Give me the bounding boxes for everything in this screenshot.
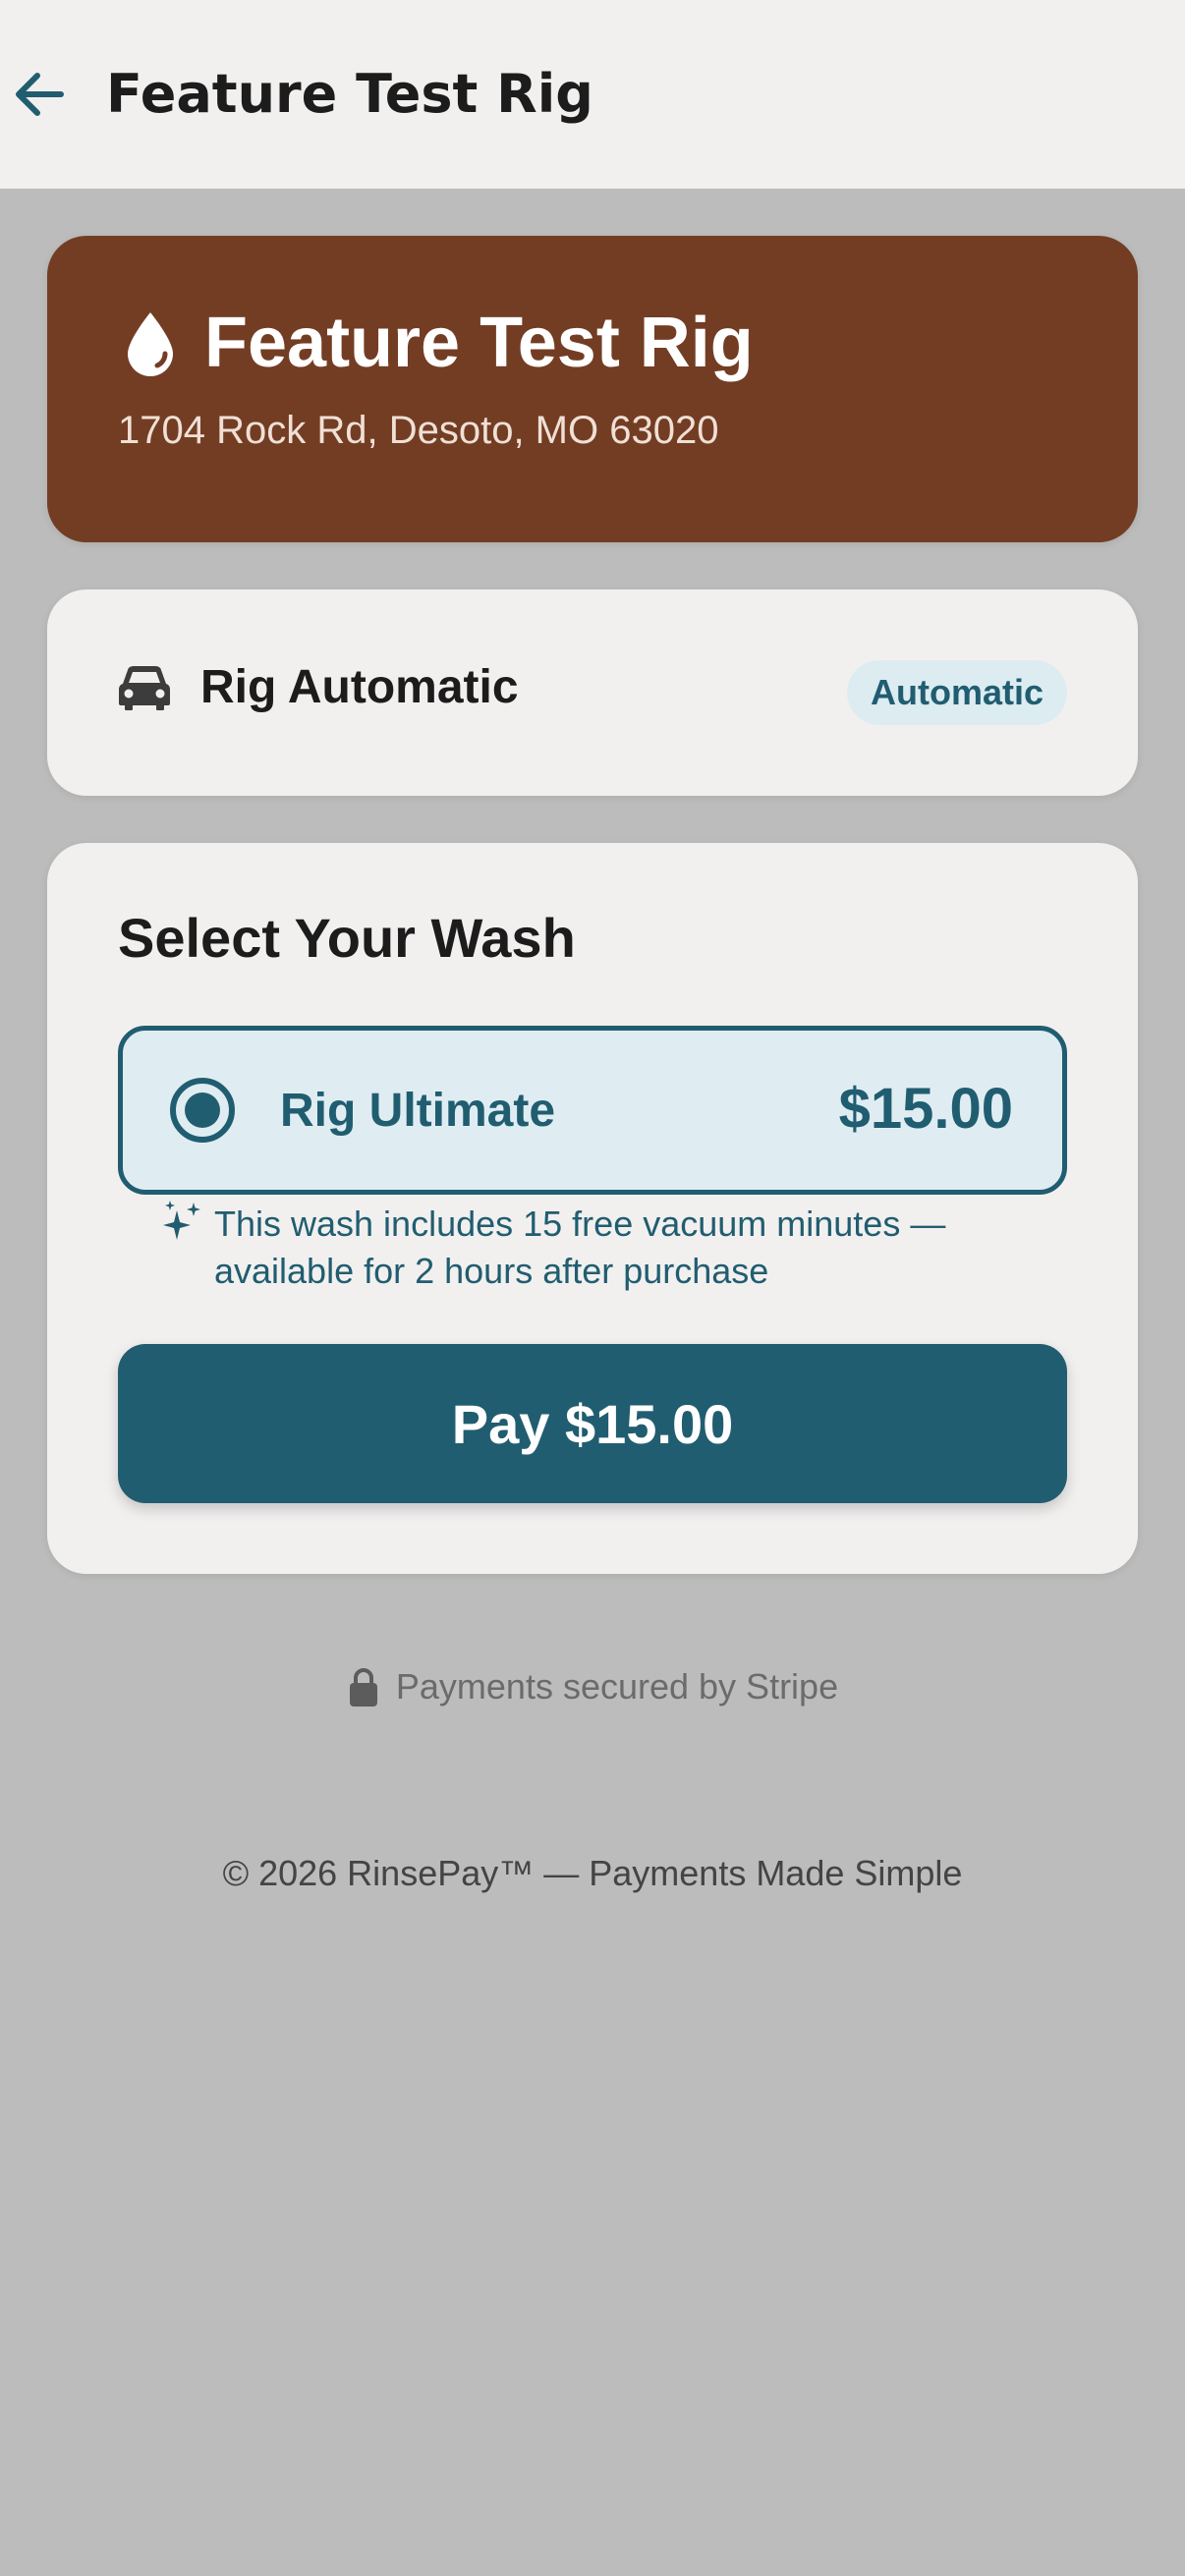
- lock-icon: [349, 1668, 377, 1707]
- location-card: Feature Test Rig 1704 Rock Rd, Desoto, M…: [47, 236, 1138, 542]
- location-title-row: Feature Test Rig: [118, 301, 754, 385]
- machine-row: Rig Automatic: [118, 660, 519, 714]
- machine-type-badge: Automatic: [846, 660, 1067, 725]
- water-drop-icon: [128, 312, 173, 376]
- arrow-left-icon: [16, 73, 64, 116]
- sparkles-icon: [163, 1201, 200, 1240]
- wash-option-price: $15.00: [838, 1077, 1013, 1141]
- radio-selected[interactable]: [170, 1078, 235, 1143]
- vacuum-note-text: This wash includes 15 free vacuum minute…: [214, 1204, 946, 1291]
- machine-card: Rig Automatic Automatic: [47, 589, 1138, 796]
- wash-option-rig-ultimate[interactable]: Rig Ultimate $15.00: [118, 1026, 1067, 1195]
- back-button[interactable]: [0, 55, 79, 134]
- wash-selection-card: Select Your Wash Rig Ultimate $15.00 Thi…: [47, 843, 1138, 1574]
- app-bar: Feature Test Rig: [0, 0, 1185, 189]
- vacuum-note: This wash includes 15 free vacuum minute…: [161, 1201, 1006, 1295]
- pay-button[interactable]: Pay $15.00: [118, 1344, 1067, 1503]
- car-icon: [119, 665, 170, 710]
- radio-dot: [185, 1092, 220, 1128]
- location-address: 1704 Rock Rd, Desoto, MO 63020: [118, 409, 719, 452]
- machine-name: Rig Automatic: [200, 661, 519, 713]
- section-title: Select Your Wash: [118, 907, 576, 969]
- footer-copyright: © 2026 RinsePay™ — Payments Made Simple: [222, 1853, 963, 1893]
- security-note: Payments secured by Stripe: [0, 1666, 1185, 1708]
- location-name: Feature Test Rig: [204, 304, 754, 382]
- wash-option-name: Rig Ultimate: [280, 1085, 556, 1137]
- page-title: Feature Test Rig: [106, 63, 593, 125]
- security-text: Payments secured by Stripe: [395, 1666, 839, 1707]
